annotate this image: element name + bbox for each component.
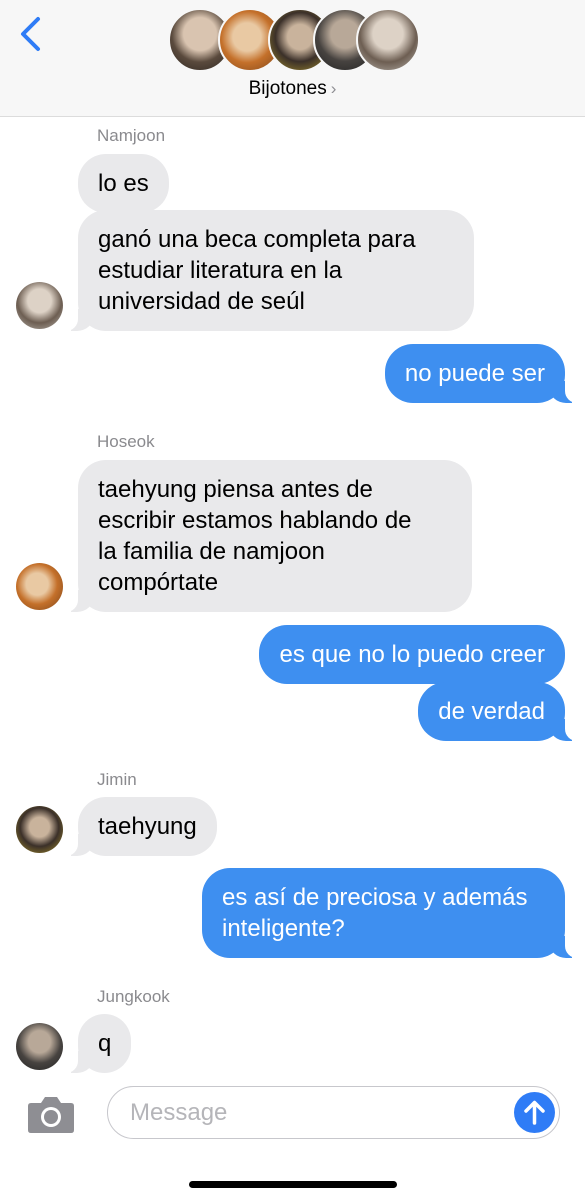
incoming-message-bubble[interactable]: taehyung piensa antes de escribir estamo… <box>66 460 472 612</box>
arrow-up-icon <box>524 1100 545 1125</box>
sender-name: Jungkook <box>97 987 170 1006</box>
camera-icon[interactable] <box>26 1093 76 1135</box>
group-avatars[interactable] <box>168 8 428 72</box>
outgoing-message-bubble[interactable]: es que no lo puedo creer <box>259 625 565 684</box>
sender-avatar[interactable] <box>16 806 63 853</box>
incoming-message-bubble[interactable]: taehyung <box>66 797 217 856</box>
incoming-message-bubble[interactable]: lo es <box>78 154 169 213</box>
outgoing-message-bubble[interactable]: no puede ser <box>384 344 578 403</box>
message-input[interactable]: Message <box>107 1086 560 1139</box>
back-chevron-icon[interactable] <box>16 16 46 52</box>
sender-avatar[interactable] <box>16 1023 63 1070</box>
group-name[interactable]: Bijotones › <box>0 78 585 100</box>
sender-name: Hoseok <box>97 432 155 451</box>
sender-name: Namjoon <box>97 126 166 145</box>
outgoing-message-bubble[interactable]: es así de preciosa y además inteligente? <box>202 868 577 958</box>
sender-avatar[interactable] <box>16 282 63 329</box>
sender-avatar[interactable] <box>16 563 63 610</box>
chat-header: Bijotones › <box>0 0 585 117</box>
member-avatar <box>356 8 420 72</box>
message-composer: Message <box>0 1075 585 1200</box>
chevron-right-icon: › <box>330 79 337 98</box>
send-button[interactable] <box>514 1092 555 1133</box>
sender-name: Jimin <box>97 770 137 789</box>
incoming-message-bubble[interactable]: q <box>65 1014 132 1073</box>
home-indicator <box>189 1181 397 1188</box>
message-placeholder: Message <box>130 1099 228 1126</box>
outgoing-message-bubble[interactable]: de verdad <box>418 682 577 741</box>
incoming-message-bubble[interactable]: ganó una beca completa para estudiar lit… <box>66 210 474 331</box>
